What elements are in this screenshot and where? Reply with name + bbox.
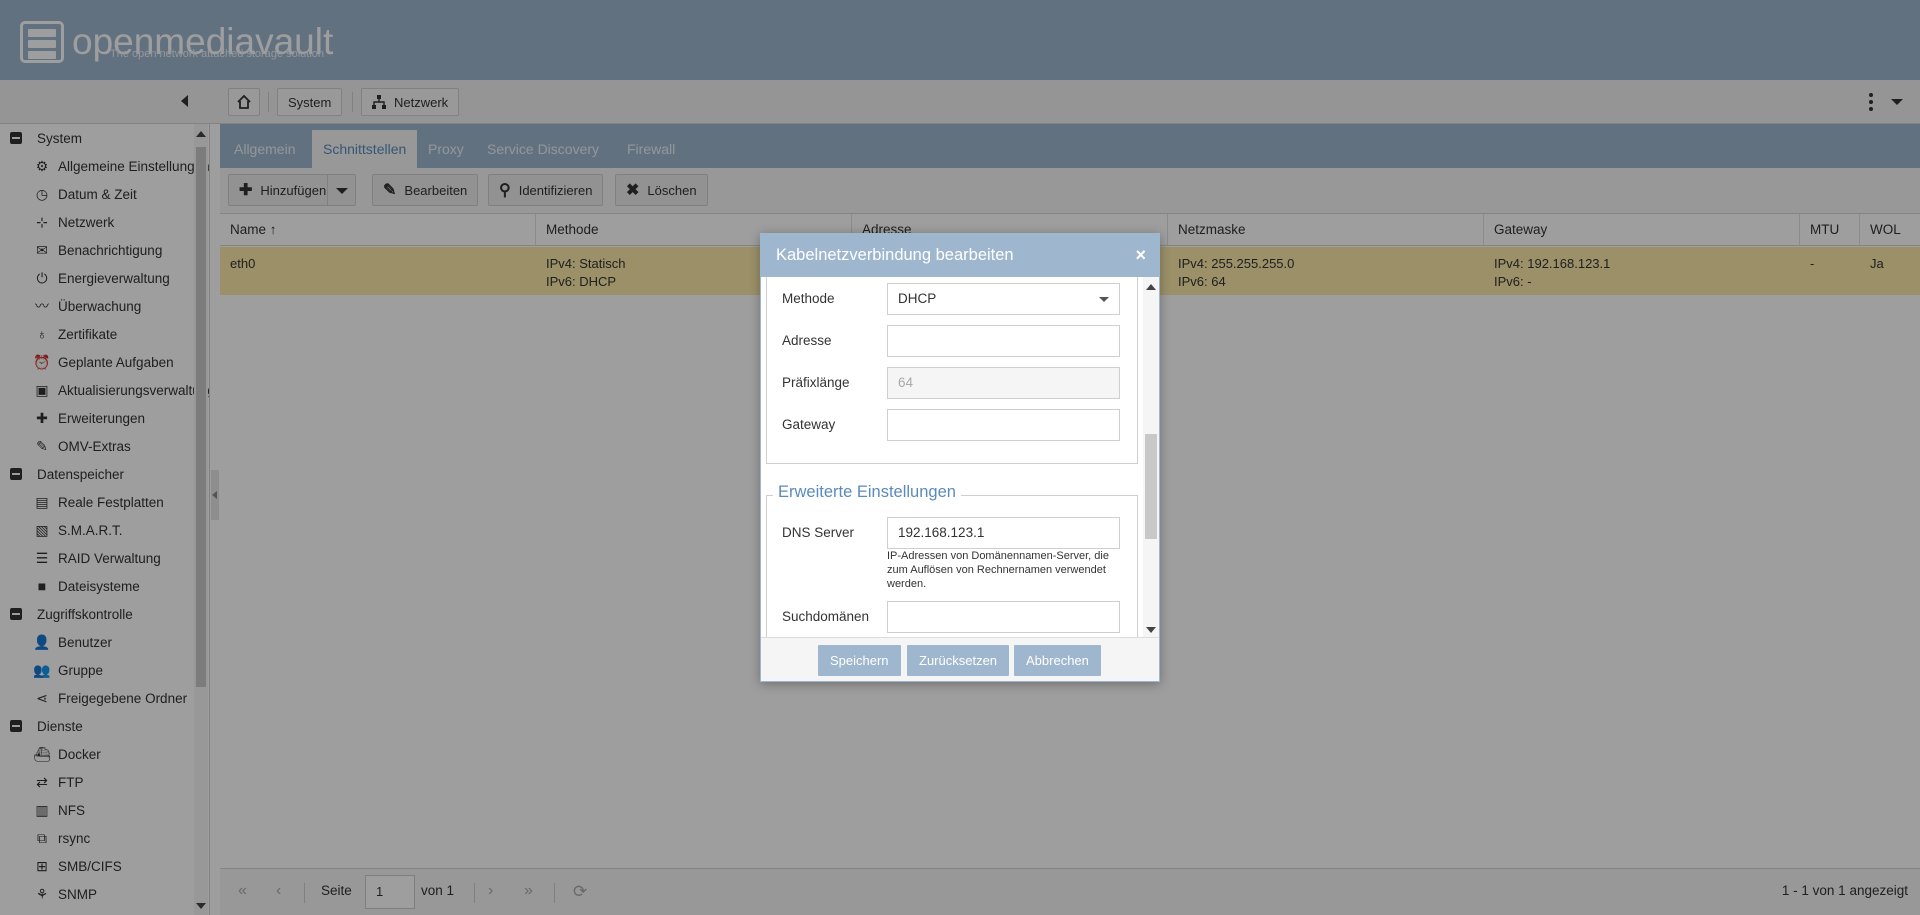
dialog-body: Methode DHCP Adresse Präfixlänge 64 Gate… (761, 277, 1159, 637)
scroll-up-icon[interactable] (1146, 284, 1156, 290)
cancel-button[interactable]: Abbrechen (1014, 645, 1101, 676)
address-input[interactable] (887, 325, 1120, 357)
dns-server-label: DNS Server (782, 525, 855, 540)
advanced-settings-legend: Erweiterte Einstellungen (773, 483, 961, 502)
prefix-length-label: Präfixlänge (782, 375, 850, 390)
gateway-label: Gateway (782, 417, 836, 432)
dialog-title: Kabelnetzverbindung bearbeiten (761, 234, 1159, 277)
prefix-length-input[interactable]: 64 (887, 367, 1120, 399)
search-domains-label: Suchdomänen (782, 609, 870, 624)
edit-connection-dialog: Kabelnetzverbindung bearbeiten × Methode… (760, 233, 1160, 682)
scroll-down-icon[interactable] (1146, 627, 1156, 633)
method-select[interactable]: DHCP (887, 283, 1120, 315)
dns-server-input[interactable]: 192.168.123.1 (887, 517, 1120, 549)
reset-button[interactable]: Zurücksetzen (907, 645, 1010, 676)
dns-help-text: IP-Adressen von Domänennamen-Server, die… (887, 550, 1109, 590)
close-icon[interactable]: × (1135, 234, 1146, 277)
dialog-scroll-thumb[interactable] (1145, 434, 1157, 539)
method-label: Methode (782, 291, 835, 306)
chevron-down-icon (1099, 297, 1109, 302)
address-label: Adresse (782, 333, 832, 348)
search-domains-input[interactable] (887, 601, 1120, 633)
save-button[interactable]: Speichern (818, 645, 901, 676)
dialog-footer: Speichern Zurücksetzen Abbrechen (761, 637, 1159, 681)
gateway-input[interactable] (887, 409, 1120, 441)
